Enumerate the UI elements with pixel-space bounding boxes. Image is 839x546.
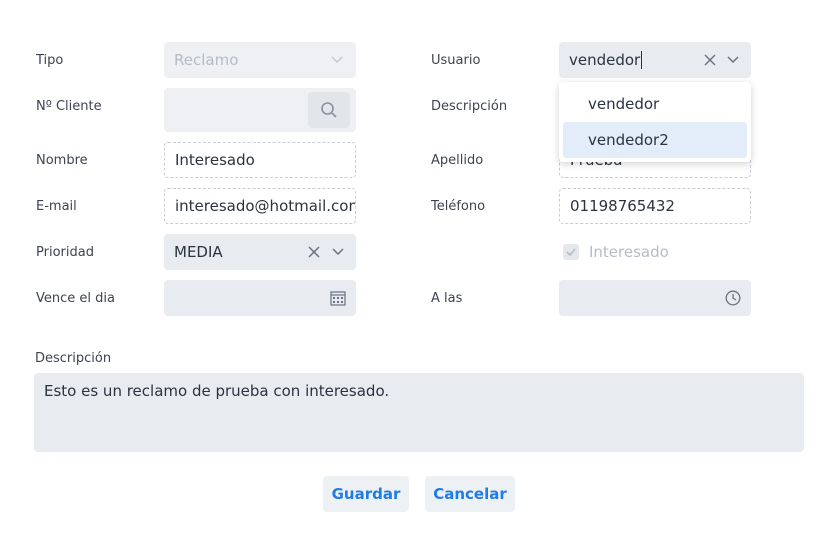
apellido-label: Apellido: [431, 153, 484, 168]
usuario-label: Usuario: [431, 53, 481, 68]
interesado-checkbox-label: Interesado: [589, 243, 669, 261]
telefono-label: Teléfono: [431, 199, 486, 214]
prioridad-label: Prioridad: [36, 245, 94, 260]
tipo-value: Reclamo: [174, 51, 239, 69]
tipo-label: Tipo: [36, 53, 64, 68]
telefono-value: 01198765432: [570, 197, 675, 215]
telefono-input[interactable]: 01198765432: [559, 188, 751, 224]
chevron-down-icon: [328, 51, 346, 69]
cancel-button[interactable]: Cancelar: [425, 476, 515, 512]
nombre-label: Nombre: [36, 153, 88, 168]
prioridad-value: MEDIA: [174, 243, 223, 261]
chevron-down-icon[interactable]: [724, 51, 742, 69]
dropdown-option-highlighted[interactable]: vendedor2: [563, 122, 747, 158]
clear-icon[interactable]: [305, 243, 323, 261]
prioridad-select[interactable]: MEDIA: [164, 234, 356, 270]
search-button[interactable]: [308, 92, 350, 128]
usuario-dropdown: vendedor vendedor2: [559, 82, 751, 162]
calendar-icon[interactable]: [329, 289, 347, 307]
dropdown-option[interactable]: vendedor: [559, 86, 751, 122]
usuario-select[interactable]: vendedor: [559, 42, 751, 78]
interesado-checkbox[interactable]: [563, 244, 579, 260]
vence-date-input[interactable]: [164, 280, 356, 316]
hora-label: A las: [431, 291, 463, 306]
usuario-value: vendedor: [569, 51, 641, 69]
nombre-value: Interesado: [175, 151, 255, 169]
cliente-label: Nº Cliente: [36, 99, 102, 114]
save-button[interactable]: Guardar: [323, 476, 409, 512]
search-icon: [321, 102, 337, 118]
hora-input[interactable]: [559, 280, 751, 316]
check-icon: [566, 248, 576, 256]
clear-icon[interactable]: [701, 51, 719, 69]
email-value: interesado@hotmail.com: [175, 197, 356, 215]
clock-icon[interactable]: [724, 289, 742, 307]
vence-label: Vence el dia: [36, 291, 115, 306]
descripcion-value: Esto es un reclamo de prueba con interes…: [44, 382, 390, 400]
descripcion-short-label: Descripción: [431, 99, 508, 114]
nombre-input[interactable]: Interesado: [164, 142, 356, 178]
descripcion-label: Descripción: [35, 351, 112, 366]
email-label: E-mail: [36, 199, 77, 214]
descripcion-textarea[interactable]: Esto es un reclamo de prueba con interes…: [34, 373, 804, 452]
chevron-down-icon[interactable]: [329, 243, 347, 261]
text-cursor: [641, 51, 643, 69]
email-input[interactable]: interesado@hotmail.com: [164, 188, 356, 224]
